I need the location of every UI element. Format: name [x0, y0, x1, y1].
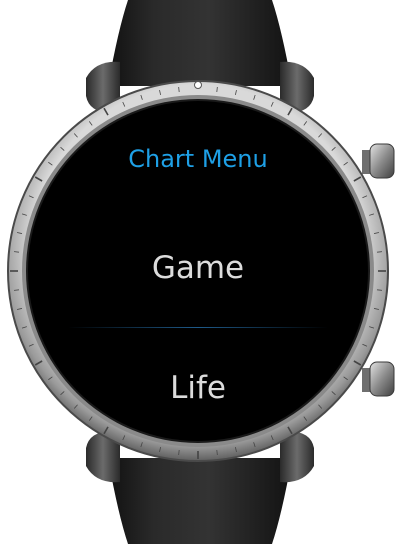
bezel-tick: [178, 86, 180, 93]
bezel-dot-indicator: [194, 81, 202, 89]
menu-item-game[interactable]: Game: [28, 250, 368, 286]
bezel-tick: [216, 449, 218, 456]
watch-screen: Chart Menu Game Life: [28, 101, 368, 441]
bezel-tick: [376, 251, 383, 253]
bezel-tick: [376, 289, 383, 291]
bezel-tick: [13, 251, 20, 253]
bottom-strap: [108, 458, 292, 544]
menu-title: Chart Menu: [128, 145, 268, 173]
bezel-tick: [13, 289, 20, 291]
bezel-tick: [178, 449, 180, 456]
bezel-tick: [216, 86, 218, 93]
menu-divider: [68, 327, 328, 328]
watch-device: Chart Menu Game Life: [0, 0, 400, 544]
menu-item-life[interactable]: Life: [28, 370, 368, 406]
top-strap: [108, 0, 292, 86]
